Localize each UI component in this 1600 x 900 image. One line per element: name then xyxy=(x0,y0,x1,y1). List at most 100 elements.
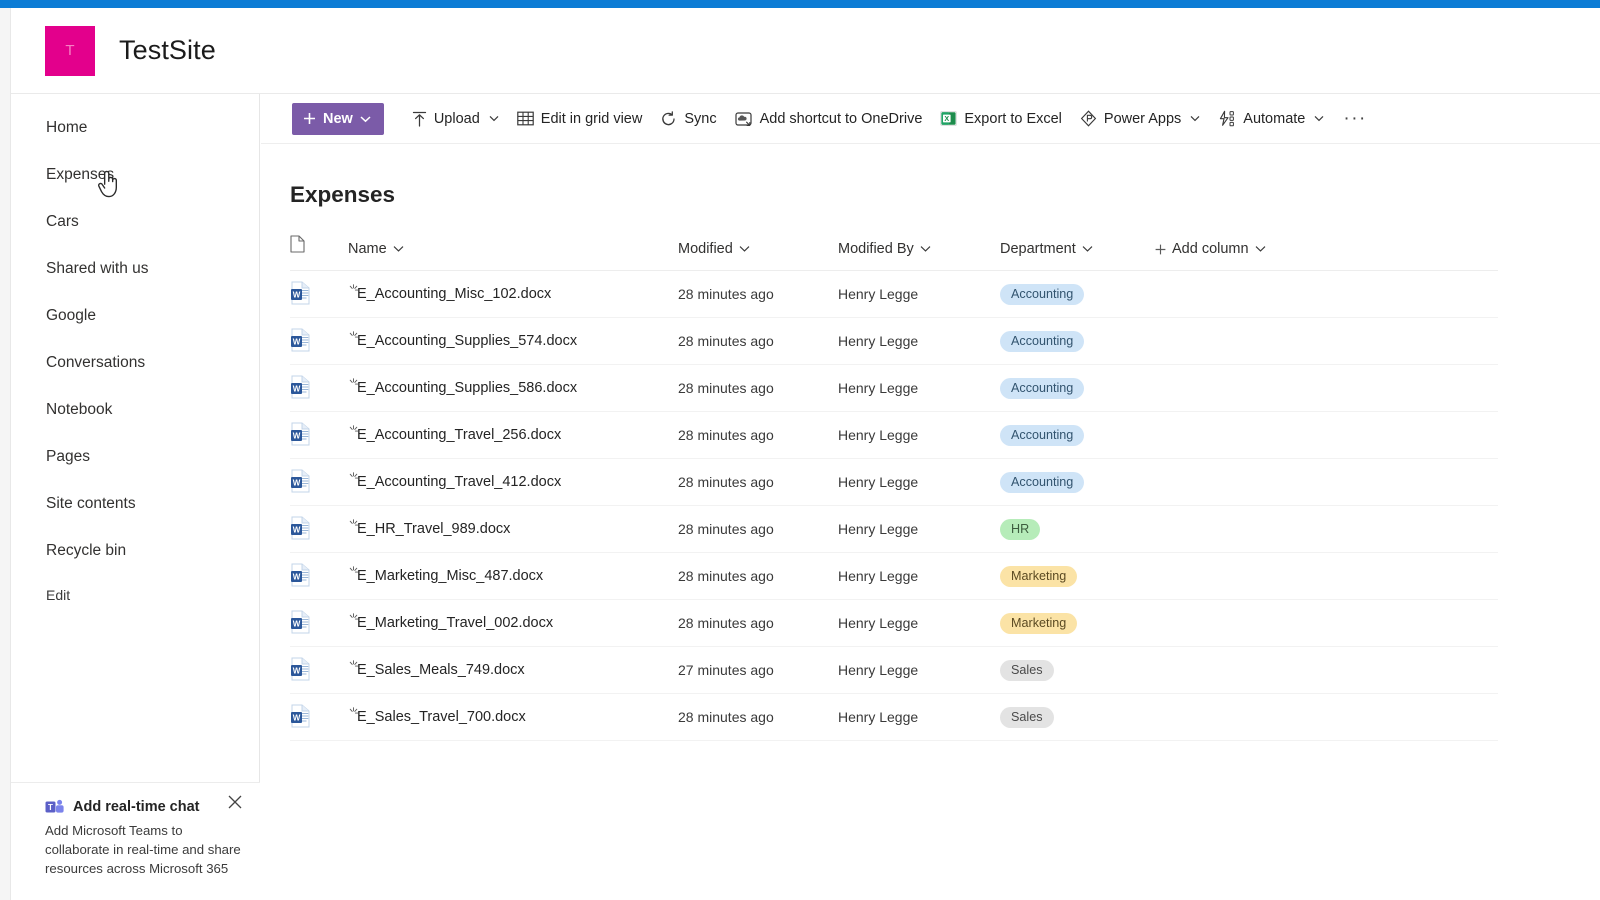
close-icon[interactable] xyxy=(226,793,244,811)
chevron-down-icon xyxy=(739,245,750,253)
file-name-link[interactable]: E_Accounting_Supplies_574.docx xyxy=(357,333,577,349)
file-name-link[interactable]: E_Accounting_Travel_412.docx xyxy=(357,474,561,490)
sidebar-edit-link[interactable]: Edit xyxy=(11,574,259,616)
sidebar-item-label: Home xyxy=(46,119,87,137)
row-name-cell[interactable]: E_Marketing_Misc_487.docx xyxy=(348,553,678,600)
row-department-cell: Accounting xyxy=(1000,318,1155,365)
word-document-icon: W xyxy=(290,375,311,399)
department-badge: Accounting xyxy=(1000,284,1084,305)
row-name-cell[interactable]: E_Accounting_Supplies_586.docx xyxy=(348,365,678,412)
column-header-department-label: Department xyxy=(1000,241,1076,257)
word-document-icon: W xyxy=(290,610,311,634)
sidebar-item-notebook[interactable]: Notebook xyxy=(11,386,259,433)
row-modified-by-cell: Henry Legge xyxy=(838,506,1000,553)
export-to-excel-button[interactable]: X Export to Excel xyxy=(931,101,1071,137)
column-header-modified[interactable]: Modified xyxy=(678,235,838,271)
table-row[interactable]: W E_Marketing_Misc_487.docx 28 minutes a… xyxy=(290,553,1498,600)
sidebar-item-conversations[interactable]: Conversations xyxy=(11,339,259,386)
column-header-name[interactable]: Name xyxy=(348,235,678,271)
sidebar-item-pages[interactable]: Pages xyxy=(11,433,259,480)
sidebar-item-site-contents[interactable]: Site contents xyxy=(11,480,259,527)
sidebar-item-label: Cars xyxy=(46,213,79,231)
upload-button[interactable]: Upload xyxy=(403,101,508,137)
sidebar-item-shared-with-us[interactable]: Shared with us xyxy=(11,245,259,292)
sidebar-item-expenses[interactable]: Expenses xyxy=(11,151,259,198)
department-badge: Accounting xyxy=(1000,472,1084,493)
file-name-link[interactable]: E_Marketing_Travel_002.docx xyxy=(357,615,553,631)
row-name-cell[interactable]: E_Accounting_Travel_412.docx xyxy=(348,459,678,506)
file-name-link[interactable]: E_HR_Travel_989.docx xyxy=(357,521,510,537)
row-name-cell[interactable]: E_HR_Travel_989.docx xyxy=(348,506,678,553)
file-name-link[interactable]: E_Marketing_Misc_487.docx xyxy=(357,568,543,584)
row-department-cell: Accounting xyxy=(1000,365,1155,412)
site-logo[interactable]: T xyxy=(45,26,95,76)
add-column-label: Add column xyxy=(1172,241,1249,257)
row-spacer-cell xyxy=(1155,412,1498,459)
sidebar-item-cars[interactable]: Cars xyxy=(11,198,259,245)
row-name-cell[interactable]: E_Marketing_Travel_002.docx xyxy=(348,600,678,647)
svg-text:W: W xyxy=(293,290,301,299)
row-file-icon-cell: W xyxy=(290,506,348,553)
table-row[interactable]: W E_Accounting_Travel_412.docx 28 minute… xyxy=(290,459,1498,506)
row-name-cell[interactable]: E_Sales_Meals_749.docx xyxy=(348,647,678,694)
table-row[interactable]: W E_Accounting_Supplies_574.docx 28 minu… xyxy=(290,318,1498,365)
table-row[interactable]: W E_Sales_Travel_700.docx 28 minutes ago… xyxy=(290,694,1498,741)
column-header-add-column[interactable]: Add column xyxy=(1155,235,1498,271)
row-spacer-cell xyxy=(1155,365,1498,412)
svg-text:X: X xyxy=(945,114,950,123)
plus-icon xyxy=(1155,244,1166,255)
sync-button[interactable]: Sync xyxy=(651,101,725,137)
row-file-icon-cell: W xyxy=(290,318,348,365)
row-file-icon-cell: W xyxy=(290,365,348,412)
sync-icon xyxy=(660,111,677,127)
power-apps-icon xyxy=(1080,110,1097,127)
row-file-icon-cell: W xyxy=(290,271,348,318)
sidebar-item-google[interactable]: Google xyxy=(11,292,259,339)
site-title[interactable]: TestSite xyxy=(119,35,216,66)
file-name-link[interactable]: E_Accounting_Misc_102.docx xyxy=(357,286,551,302)
new-button[interactable]: New xyxy=(292,103,384,135)
file-name-link[interactable]: E_Sales_Meals_749.docx xyxy=(357,662,525,678)
power-apps-button[interactable]: Power Apps xyxy=(1071,101,1209,137)
column-header-file-type[interactable] xyxy=(290,235,348,271)
more-commands-button[interactable]: ··· xyxy=(1333,108,1376,130)
svg-text:W: W xyxy=(293,619,301,628)
word-document-icon: W xyxy=(290,328,311,352)
column-header-department[interactable]: Department xyxy=(1000,235,1155,271)
table-row[interactable]: W E_Accounting_Supplies_586.docx 28 minu… xyxy=(290,365,1498,412)
site-navigation-sidebar: Home Expenses Cars Shared with us Google… xyxy=(11,94,260,900)
sidebar-item-label: Expenses xyxy=(46,166,114,184)
chevron-down-icon xyxy=(920,245,931,253)
row-name-cell[interactable]: E_Accounting_Travel_256.docx xyxy=(348,412,678,459)
microsoft-teams-icon: T xyxy=(45,799,65,815)
file-name-link[interactable]: E_Sales_Travel_700.docx xyxy=(357,709,526,725)
table-row[interactable]: W E_Accounting_Travel_256.docx 28 minute… xyxy=(290,412,1498,459)
sidebar-edit-label: Edit xyxy=(46,587,70,603)
sidebar-item-recycle-bin[interactable]: Recycle bin xyxy=(11,527,259,574)
site-logo-letter: T xyxy=(65,42,74,59)
svg-text:W: W xyxy=(293,337,301,346)
edit-in-grid-view-button[interactable]: Edit in grid view xyxy=(508,101,652,137)
row-spacer-cell xyxy=(1155,694,1498,741)
add-shortcut-to-onedrive-button[interactable]: Add shortcut to OneDrive xyxy=(726,101,932,137)
word-document-icon: W xyxy=(290,704,311,728)
row-modified-cell: 27 minutes ago xyxy=(678,647,838,694)
column-header-modified-by[interactable]: Modified By xyxy=(838,235,1000,271)
table-row[interactable]: W E_Sales_Meals_749.docx 27 minutes ago … xyxy=(290,647,1498,694)
row-file-icon-cell: W xyxy=(290,600,348,647)
row-modified-cell: 28 minutes ago xyxy=(678,412,838,459)
table-row[interactable]: W E_HR_Travel_989.docx 28 minutes ago He… xyxy=(290,506,1498,553)
file-name-link[interactable]: E_Accounting_Travel_256.docx xyxy=(357,427,561,443)
sidebar-item-home[interactable]: Home xyxy=(11,104,259,151)
row-name-cell[interactable]: E_Sales_Travel_700.docx xyxy=(348,694,678,741)
file-name-link[interactable]: E_Accounting_Supplies_586.docx xyxy=(357,380,577,396)
chevron-down-icon xyxy=(360,115,371,123)
row-modified-cell: 28 minutes ago xyxy=(678,553,838,600)
row-name-cell[interactable]: E_Accounting_Misc_102.docx xyxy=(348,271,678,318)
department-badge: Sales xyxy=(1000,660,1054,681)
chevron-down-icon xyxy=(1314,115,1324,122)
table-row[interactable]: W E_Marketing_Travel_002.docx 28 minutes… xyxy=(290,600,1498,647)
row-name-cell[interactable]: E_Accounting_Supplies_574.docx xyxy=(348,318,678,365)
table-row[interactable]: W E_Accounting_Misc_102.docx 28 minutes … xyxy=(290,271,1498,318)
automate-button[interactable]: Automate xyxy=(1209,101,1333,137)
